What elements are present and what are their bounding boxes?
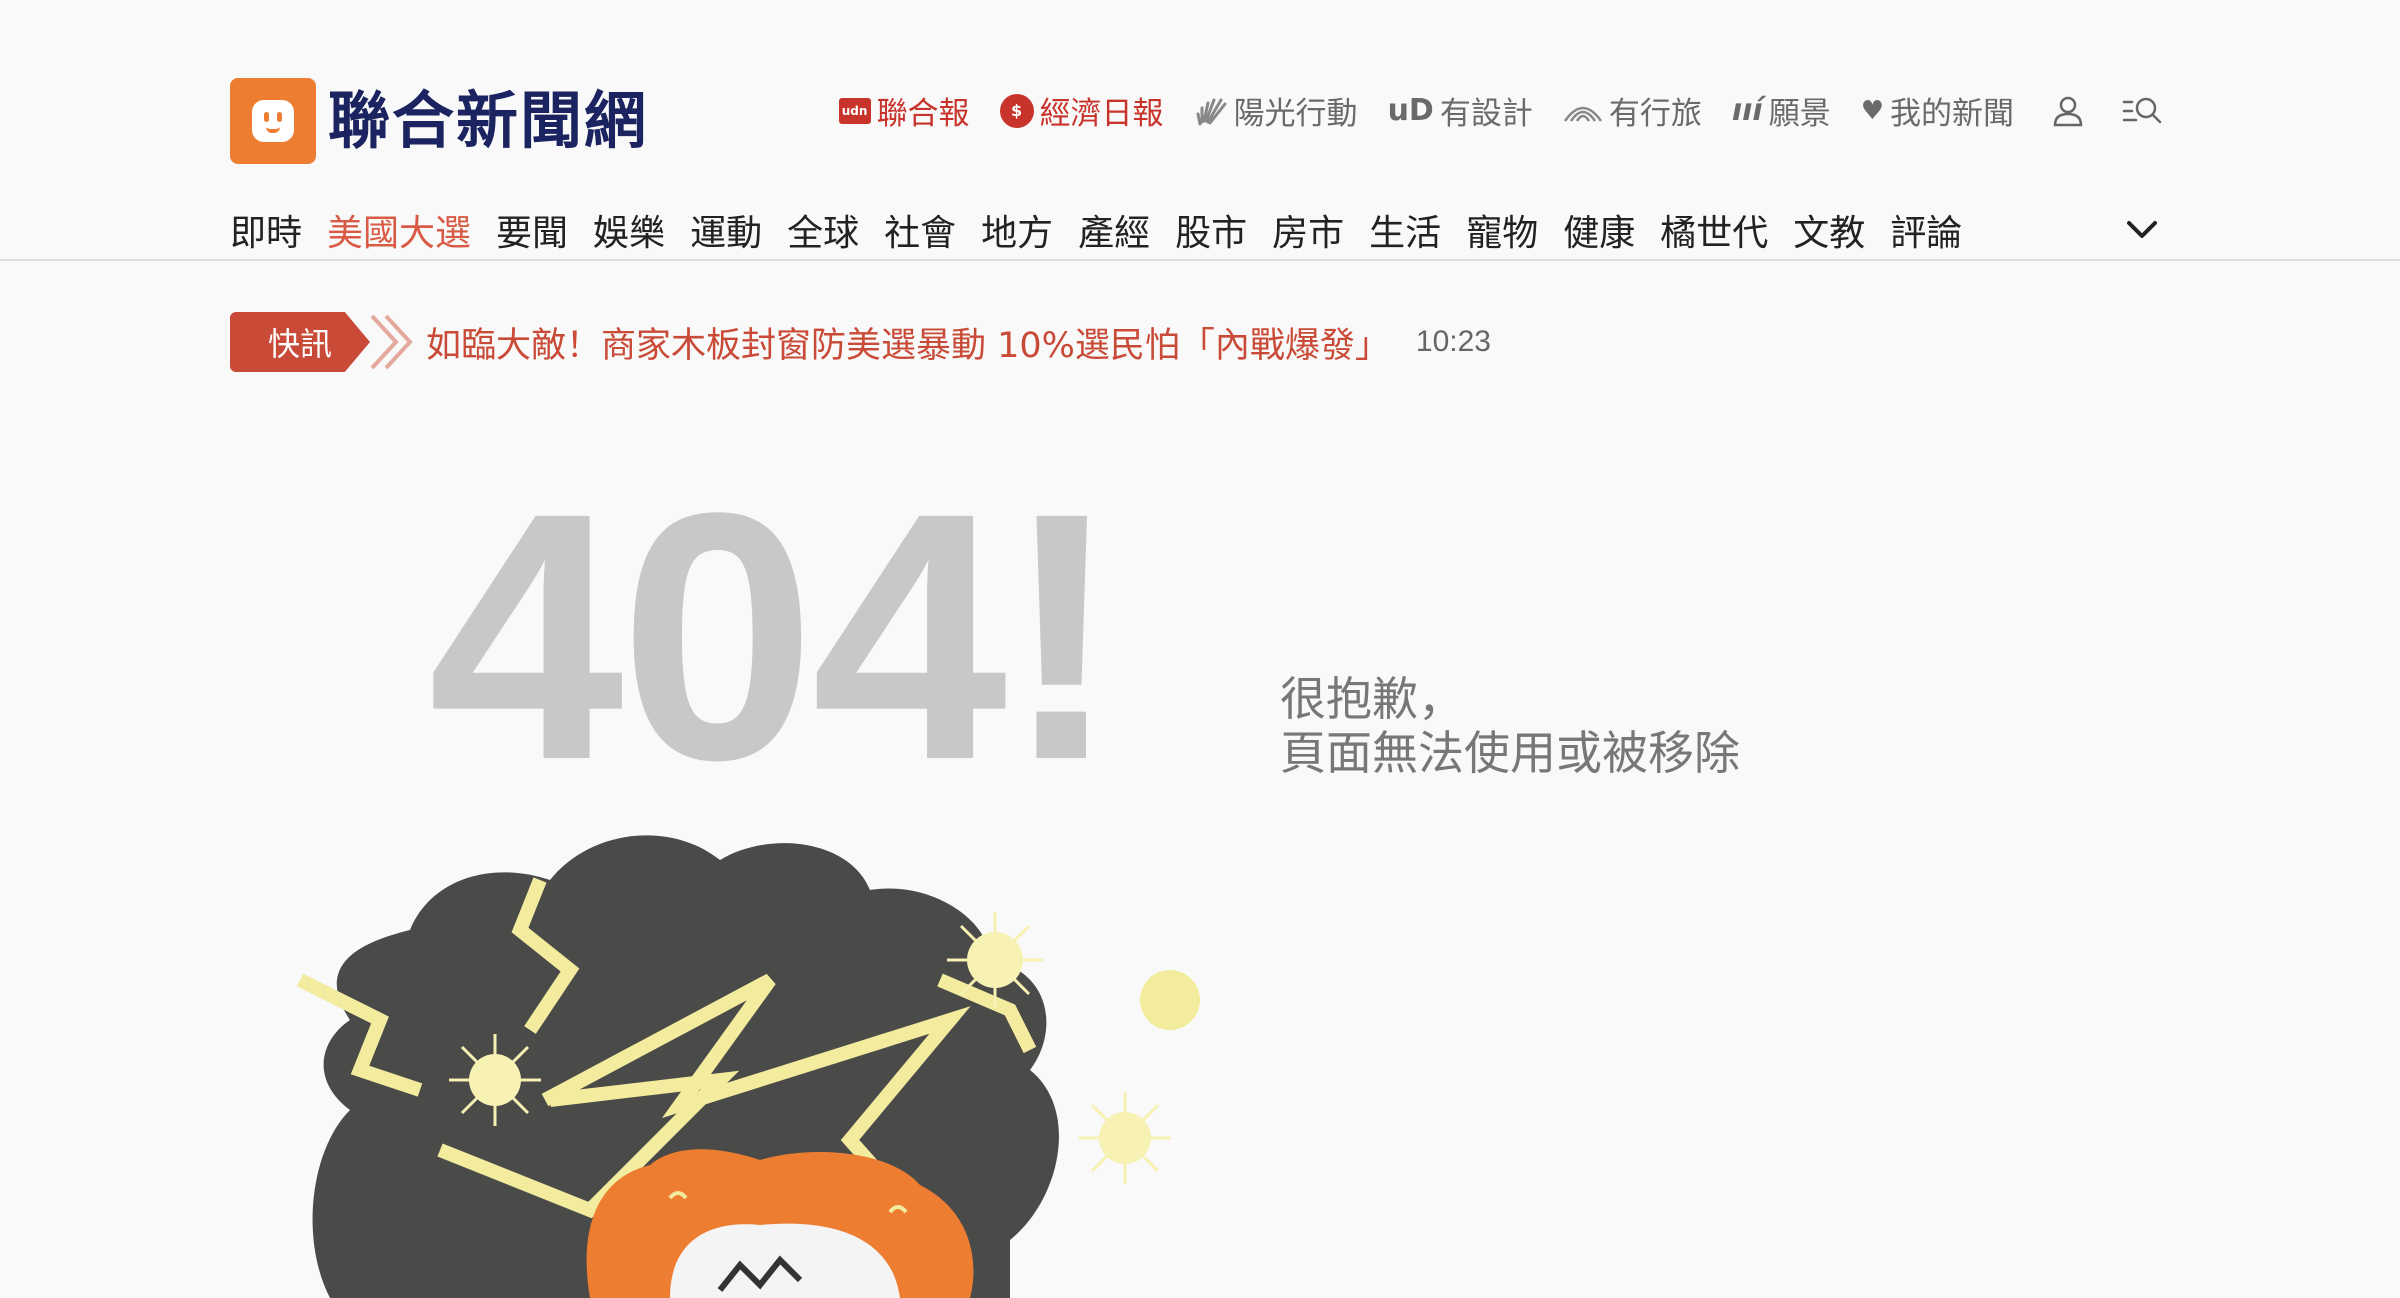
money-udn-icon: $ xyxy=(999,93,1034,128)
brand-label: 我的新聞 xyxy=(1890,96,2014,132)
nav-item[interactable]: 生活 xyxy=(1369,204,1441,256)
nav-item[interactable]: 橘世代 xyxy=(1660,204,1768,256)
brand-travel[interactable]: 有行旅 xyxy=(1563,88,1702,133)
sunshine-icon xyxy=(1194,94,1228,128)
ticker-arrows-icon xyxy=(370,314,413,370)
brand-label: 聯合報 xyxy=(876,96,970,132)
brand-links: udn 聯合報 $ 經濟日報 陽光行動 uD 有設計 有行旅 ııí 願景 ♥ … xyxy=(838,88,2162,133)
nav-item[interactable]: 健康 xyxy=(1563,204,1635,256)
logo-mascot-icon xyxy=(230,78,316,164)
error-code: 404! xyxy=(428,439,1121,833)
search-menu-icon[interactable] xyxy=(2122,91,2162,131)
chevron-down-icon[interactable] xyxy=(2124,214,2160,244)
nav-item[interactable]: 產經 xyxy=(1078,204,1150,256)
brand-vision[interactable]: ııí 願景 xyxy=(1732,88,1831,133)
error-message: 很抱歉， 頁面無法使用或被移除 xyxy=(1280,672,1740,780)
site-logo[interactable]: 聯合新聞網 xyxy=(230,78,648,164)
error-message-line2: 頁面無法使用或被移除 xyxy=(1280,726,1740,780)
brand-label: 願景 xyxy=(1768,96,1831,132)
vision-icon: ııí xyxy=(1731,93,1763,128)
error-message-line1: 很抱歉， xyxy=(1280,672,1464,726)
nav-item[interactable]: 股市 xyxy=(1175,204,1247,256)
nav-item[interactable]: 評論 xyxy=(1890,204,1962,256)
ud-icon: uD xyxy=(1387,93,1434,128)
nav-item[interactable]: 房市 xyxy=(1272,204,1344,256)
brand-label: 有行旅 xyxy=(1608,96,1702,132)
brand-label: 經濟日報 xyxy=(1039,96,1164,132)
brand-udn-daily[interactable]: udn 聯合報 xyxy=(838,88,970,133)
breaking-news-ticker: 快訊 如臨大敵！商家木板封窗防美選暴動 10%選民怕「內戰爆發」 10:23 xyxy=(230,312,1491,372)
nav-item[interactable]: 美國大選 xyxy=(327,204,471,256)
category-nav: 即時 美國大選 要聞 娛樂 運動 全球 社會 地方 產經 股市 房市 生活 寵物 健康 橘世代 文教 評論 xyxy=(230,204,1987,256)
logo-text: 聯合新聞網 xyxy=(328,84,649,157)
nav-item[interactable]: 全球 xyxy=(787,204,859,256)
breaking-news-time: 10:23 xyxy=(1415,325,1491,358)
nav-item[interactable]: 地方 xyxy=(981,204,1053,256)
nav-item[interactable]: 社會 xyxy=(884,204,956,256)
brand-sunshine[interactable]: 陽光行動 xyxy=(1194,88,1358,133)
nav-item[interactable]: 即時 xyxy=(230,204,302,256)
breaking-news-badge: 快訊 xyxy=(230,312,370,372)
breaking-news-headline[interactable]: 如臨大敵！商家木板封窗防美選暴動 10%選民怕「內戰爆發」 xyxy=(426,317,1390,368)
user-icon[interactable] xyxy=(2048,91,2088,131)
nav-item[interactable]: 要聞 xyxy=(496,204,568,256)
udn-daily-icon: udn xyxy=(838,97,871,124)
nav-item[interactable]: 娛樂 xyxy=(593,204,665,256)
brand-money-udn[interactable]: $ 經濟日報 xyxy=(999,88,1164,133)
brand-label: 陽光行動 xyxy=(1233,96,1358,132)
heart-icon: ♥ xyxy=(1860,95,1884,126)
brand-ud[interactable]: uD 有設計 xyxy=(1388,88,1533,133)
brand-label: 有設計 xyxy=(1439,96,1533,132)
page: 聯合新聞網 udn 聯合報 $ 經濟日報 陽光行動 uD 有設計 有行旅 ııí… xyxy=(0,0,2400,1298)
nav-item[interactable]: 運動 xyxy=(690,204,762,256)
nav-item[interactable]: 文教 xyxy=(1793,204,1865,256)
error-mascot-illustration xyxy=(290,820,1270,1298)
nav-item[interactable]: 寵物 xyxy=(1466,204,1538,256)
travel-road-icon xyxy=(1563,99,1603,123)
header-divider xyxy=(0,259,2400,261)
brand-my-news[interactable]: ♥ 我的新聞 xyxy=(1861,88,2014,133)
